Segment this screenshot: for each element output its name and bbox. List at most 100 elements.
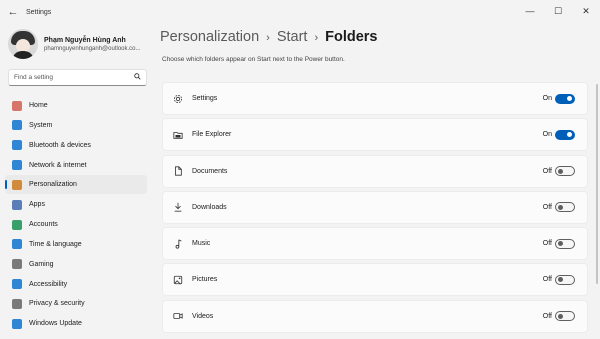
back-button[interactable]: ←	[2, 1, 24, 23]
search-box[interactable]	[8, 69, 147, 86]
sidebar-item-apps[interactable]: Apps	[5, 195, 147, 214]
sidebar-item-label: Network & internet	[29, 161, 87, 169]
sidebar-item-label: Time & language	[29, 240, 82, 248]
close-button[interactable]: ✕	[572, 0, 600, 22]
breadcrumb: Personalization › Start › Folders	[160, 29, 378, 45]
folder-label: File Explorer	[192, 131, 232, 139]
folder-row-videos: Videos Off	[162, 299, 588, 333]
title-bar: ← Settings — ☐ ✕	[0, 0, 600, 24]
toggle-switch[interactable]	[555, 238, 575, 249]
profile-email: phamnguyenhunganh@outlook.co...	[44, 45, 141, 52]
sidebar-item-accounts[interactable]: Accounts	[5, 215, 147, 234]
toggle-switch[interactable]	[555, 129, 575, 140]
page-title: Folders	[325, 29, 378, 45]
gear-icon	[172, 93, 184, 105]
toggle-knob	[558, 277, 563, 283]
toggle-state-label: Off	[542, 240, 552, 248]
sidebar-item-windows-update[interactable]: Windows Update	[5, 314, 147, 333]
accounts-icon	[12, 219, 22, 230]
folder-row-file-explorer: File Explorer On	[162, 118, 588, 152]
sidebar-item-accessibility[interactable]: Accessibility	[5, 275, 147, 294]
toggle-knob	[558, 313, 563, 319]
apps-icon	[12, 199, 22, 210]
folder-row-pictures: Pictures Off	[162, 263, 588, 297]
folder-row-settings: Settings On	[162, 82, 588, 115]
home-icon	[12, 100, 22, 111]
toggle-switch[interactable]	[555, 274, 575, 285]
sidebar-item-bluetooth-devices[interactable]: Bluetooth & devices	[5, 136, 147, 155]
toggle-knob	[567, 132, 572, 138]
toggle-knob	[558, 204, 563, 210]
search-icon[interactable]	[134, 73, 141, 82]
folder-list: Settings On File Explorer On Documents Off Dow…	[162, 82, 588, 336]
toggle-state-label: On	[542, 95, 552, 102]
sidebar-item-label: Privacy & security	[29, 300, 85, 308]
chevron-right-icon: ›	[314, 32, 319, 44]
toggle-state-label: On	[542, 131, 552, 139]
profile-name: Phạm Nguyễn Hùng Anh	[44, 36, 126, 44]
sidebar-item-label: Personalization	[29, 181, 77, 189]
sidebar-item-privacy-security[interactable]: Privacy & security	[5, 294, 147, 313]
sidebar: Phạm Nguyễn Hùng Anh phamnguyenhunganh@o…	[0, 24, 155, 339]
avatar	[8, 29, 38, 59]
accessibility-icon	[12, 279, 22, 290]
sidebar-item-label: Home	[29, 102, 48, 109]
toggle-switch[interactable]	[555, 311, 575, 322]
page-description: Choose which folders appear on Start nex…	[162, 56, 345, 63]
toggle-knob	[558, 168, 563, 174]
folder-row-music: Music Off	[162, 227, 588, 261]
shield-icon	[12, 298, 22, 309]
app-title: Settings	[26, 8, 52, 16]
personalization-icon	[12, 179, 22, 190]
scrollbar[interactable]	[596, 84, 598, 284]
breadcrumb-start[interactable]: Start	[277, 29, 308, 45]
nav-list: Home System Bluetooth & devices Network & i…	[5, 96, 147, 334]
file-explorer-icon	[172, 129, 184, 141]
gaming-icon	[12, 259, 22, 270]
minimize-button[interactable]: —	[516, 0, 544, 22]
toggle-switch[interactable]	[555, 202, 575, 213]
download-icon	[172, 201, 184, 213]
sidebar-item-label: Accounts	[29, 221, 58, 229]
toggle-switch[interactable]	[555, 93, 575, 104]
toggle-state-label: Off	[542, 203, 552, 211]
folder-label: Downloads	[192, 203, 227, 211]
sidebar-item-label: Bluetooth & devices	[29, 141, 91, 149]
chevron-right-icon: ›	[266, 32, 270, 44]
sidebar-item-label: Gaming	[29, 260, 54, 268]
music-icon	[172, 238, 184, 250]
sidebar-item-label: System	[29, 121, 53, 129]
toggle-knob	[558, 241, 563, 247]
breadcrumb-personalization[interactable]: Personalization	[160, 29, 259, 45]
sidebar-item-gaming[interactable]: Gaming	[5, 255, 147, 274]
toggle-state-label: Off	[542, 276, 552, 284]
maximize-button[interactable]: ☐	[544, 0, 572, 22]
time-language-icon	[12, 239, 22, 250]
toggle-knob	[567, 96, 572, 101]
windows-update-icon	[12, 318, 22, 329]
sidebar-item-label: Accessibility	[29, 280, 68, 288]
sidebar-item-label: Apps	[29, 201, 45, 209]
search-input[interactable]	[14, 74, 134, 81]
profile[interactable]: Phạm Nguyễn Hùng Anh phamnguyenhunganh@o…	[8, 28, 153, 60]
toggle-switch[interactable]	[555, 166, 575, 177]
video-icon	[172, 310, 184, 322]
folder-row-documents: Documents Off	[162, 154, 588, 188]
folder-label: Documents	[192, 167, 228, 175]
network-icon	[12, 160, 22, 171]
document-icon	[172, 165, 184, 177]
folder-label: Videos	[192, 312, 214, 320]
sidebar-item-time-language[interactable]: Time & language	[5, 235, 147, 254]
main-content: Personalization › Start › Folders Choose…	[155, 24, 600, 339]
folder-label: Settings	[192, 95, 218, 102]
folder-label: Music	[192, 240, 211, 248]
system-icon	[12, 120, 22, 131]
toggle-state-label: Off	[542, 167, 552, 175]
sidebar-item-home[interactable]: Home	[5, 96, 147, 115]
sidebar-item-personalization[interactable]: Personalization	[5, 175, 147, 195]
window-controls: — ☐ ✕	[516, 0, 600, 22]
folder-label: Pictures	[192, 276, 218, 284]
folder-row-downloads: Downloads Off	[162, 190, 588, 224]
sidebar-item-network-internet[interactable]: Network & internet	[5, 156, 147, 175]
sidebar-item-system[interactable]: System	[5, 116, 147, 135]
